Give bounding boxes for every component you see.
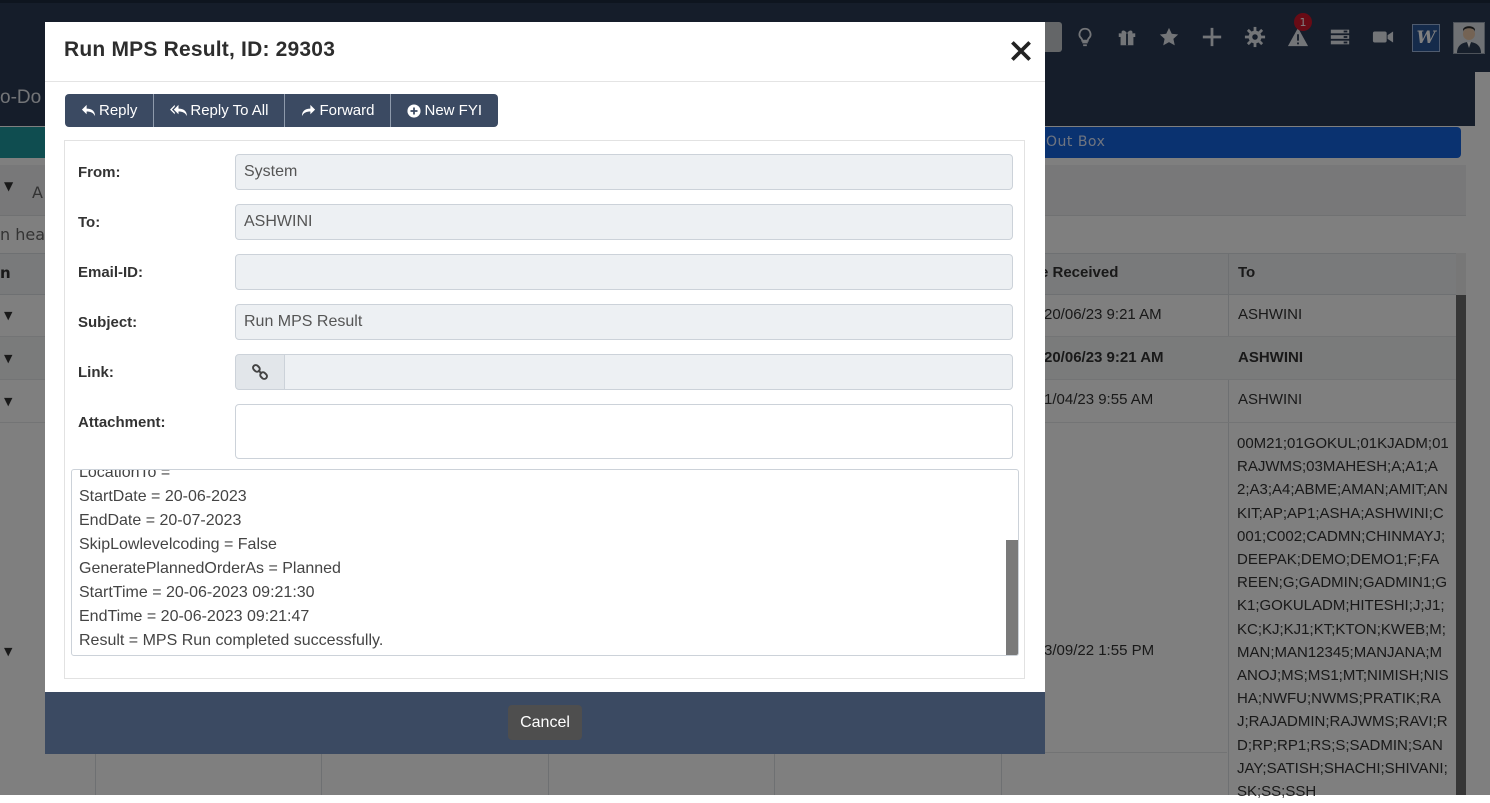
email-field[interactable]: [235, 254, 1013, 290]
plus-circle-icon: [407, 103, 422, 118]
message-body[interactable]: LocationTo = StartDate = 20-06-2023 EndD…: [71, 469, 1019, 656]
message-body-text: LocationTo = StartDate = 20-06-2023 EndD…: [79, 469, 384, 653]
body-line: StartDate = 20-06-2023: [79, 488, 247, 505]
forward-icon: [301, 103, 316, 118]
body-line: GeneratePlannedOrderAs = Planned: [79, 560, 341, 577]
body-scrollbar[interactable]: [1006, 540, 1018, 655]
forward-label: Forward: [319, 102, 375, 119]
dialog-header: Run MPS Result, ID: 29303: [45, 22, 1045, 82]
reply-all-label: Reply To All: [190, 102, 269, 119]
email-label: Email-ID:: [78, 264, 144, 281]
attachment-label: Attachment:: [78, 414, 166, 431]
body-line: LocationTo =: [79, 469, 171, 481]
chain-link-icon[interactable]: [235, 354, 285, 390]
reply-icon: [81, 103, 96, 118]
reply-all-icon: [170, 103, 188, 118]
dialog-footer: Cancel: [45, 692, 1045, 754]
body-line: EndDate = 20-07-2023: [79, 512, 242, 529]
reply-all-button[interactable]: Reply To All: [154, 94, 286, 127]
cancel-button[interactable]: Cancel: [508, 705, 582, 740]
close-icon[interactable]: [1009, 36, 1033, 66]
subject-field[interactable]: Run MPS Result: [235, 304, 1013, 340]
body-line: Result = MPS Run completed successfully.: [79, 632, 384, 649]
body-line: SkipLowlevelcoding = False: [79, 536, 277, 553]
message-form: From: System To: ASHWINI Email-ID: Subje…: [64, 140, 1025, 679]
attachment-dropzone[interactable]: [235, 404, 1013, 459]
action-button-group: Reply Reply To All Forward New FYI: [65, 94, 498, 127]
link-label: Link:: [78, 364, 114, 381]
subject-label: Subject:: [78, 314, 138, 331]
to-field[interactable]: ASHWINI: [235, 204, 1013, 240]
from-label: From:: [78, 164, 121, 181]
link-field[interactable]: [284, 354, 1013, 390]
from-field[interactable]: System: [235, 154, 1013, 190]
reply-label: Reply: [99, 102, 138, 119]
forward-button[interactable]: Forward: [285, 94, 392, 127]
new-fyi-label: New FYI: [424, 102, 482, 119]
dialog-title: Run MPS Result, ID: 29303: [64, 38, 336, 61]
message-dialog: Run MPS Result, ID: 29303 Reply Reply To…: [45, 22, 1045, 754]
to-label: To:: [78, 214, 101, 231]
reply-button[interactable]: Reply: [65, 94, 155, 127]
body-line: EndTime = 20-06-2023 09:21:47: [79, 608, 310, 625]
body-line: StartTime = 20-06-2023 09:21:30: [79, 584, 315, 601]
new-fyi-button[interactable]: New FYI: [391, 94, 498, 127]
